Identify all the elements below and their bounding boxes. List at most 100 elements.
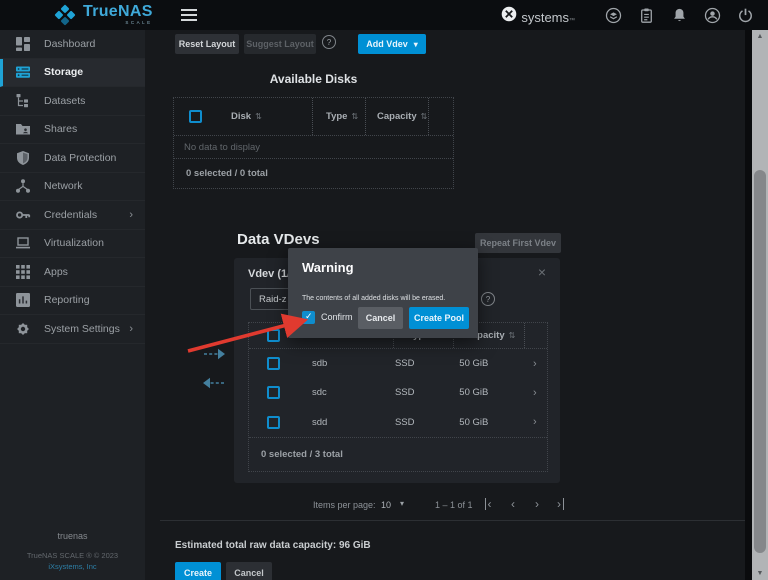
scroll-down-icon[interactable]: ▼	[752, 570, 768, 577]
column-header-capacity[interactable]: Capacity	[377, 111, 417, 122]
sidebar-item-label: Datasets	[44, 95, 85, 107]
vdev-selection-count: 0 selected / 3 total	[249, 437, 547, 471]
row-checkbox[interactable]	[267, 357, 280, 370]
sidebar-item-system-settings[interactable]: System Settings ›	[0, 315, 145, 344]
create-pool-button[interactable]: Create Pool	[409, 307, 469, 329]
ixsystems-label: systems	[521, 10, 569, 25]
items-per-page-label: Items per page:	[313, 500, 376, 510]
trademark: ™	[569, 18, 575, 24]
disk-row[interactable]: sdd SSD 50 GiB ›	[249, 408, 547, 437]
dialog-message: The contents of all added disks will be …	[302, 295, 445, 302]
disk-type: SSD	[381, 417, 448, 428]
jobs-icon[interactable]	[638, 7, 655, 24]
row-checkbox[interactable]	[267, 416, 280, 429]
gear-icon	[15, 321, 31, 337]
hostname: truenas	[0, 530, 145, 544]
sidebar-item-label: Reporting	[44, 294, 90, 306]
cancel-button[interactable]: Cancel	[226, 562, 272, 580]
next-page-button[interactable]: ›	[535, 498, 539, 510]
content-gutter	[745, 30, 752, 580]
dialog-cancel-button[interactable]: Cancel	[358, 307, 403, 329]
reporting-chart-icon	[15, 292, 31, 308]
help-icon[interactable]: ?	[322, 35, 336, 49]
items-per-page-value[interactable]: 10	[381, 500, 391, 510]
sidebar-item-label: Credentials	[44, 209, 97, 221]
layout-select-value: Raid-z	[259, 294, 286, 305]
alerts-bell-icon[interactable]	[671, 7, 688, 24]
disk-capacity: 50 GiB	[448, 387, 522, 398]
available-disks-title: Available Disks	[173, 72, 454, 86]
repeat-first-vdev-button[interactable]: Repeat First Vdev	[475, 233, 561, 253]
last-page-button[interactable]: ›	[557, 498, 564, 510]
sidebar-item-network[interactable]: Network	[0, 173, 145, 202]
truecommand-icon[interactable]	[605, 7, 622, 24]
create-button[interactable]: Create	[175, 562, 221, 580]
row-expand-chevron-icon[interactable]: ›	[523, 358, 547, 370]
page-range: 1 – 1 of 1	[435, 500, 473, 510]
ixsystems-logo: systems ™	[501, 6, 575, 25]
row-checkbox[interactable]	[267, 386, 280, 399]
top-bar: TrueNAS SCALE systems ™	[0, 0, 768, 30]
sidebar-item-shares[interactable]: Shares	[0, 116, 145, 145]
vertical-scrollbar[interactable]: ▲ ▼	[752, 30, 768, 580]
scroll-up-icon[interactable]: ▲	[752, 33, 768, 40]
sidebar-item-label: Storage	[44, 66, 83, 78]
vdev-help-icon[interactable]: ?	[481, 292, 495, 306]
items-per-page-caret-icon[interactable]: ▾	[400, 499, 404, 508]
truenas-logo[interactable]: TrueNAS SCALE	[54, 4, 153, 26]
network-icon	[15, 178, 31, 194]
shares-folder-icon	[15, 121, 31, 137]
apps-grid-icon	[15, 264, 31, 280]
power-icon[interactable]	[737, 7, 754, 24]
sidebar-item-virtualization[interactable]: Virtualization	[0, 230, 145, 259]
sidebar-item-apps[interactable]: Apps	[0, 258, 145, 287]
sidebar-item-credentials[interactable]: Credentials ›	[0, 201, 145, 230]
datasets-icon	[15, 93, 31, 109]
sidebar-item-label: System Settings	[44, 323, 120, 335]
truenas-logo-icon	[54, 4, 76, 26]
disk-row[interactable]: sdc SSD 50 GiB ›	[249, 378, 547, 407]
account-icon[interactable]	[704, 7, 721, 24]
menu-toggle-icon[interactable]	[181, 9, 197, 21]
data-vdevs-heading: Data VDevs	[237, 231, 320, 248]
column-header-type[interactable]: Type	[326, 111, 347, 122]
row-expand-chevron-icon[interactable]: ›	[523, 416, 547, 428]
scrollbar-thumb[interactable]	[754, 170, 766, 553]
sort-icon: ⇅	[351, 112, 358, 121]
shield-icon	[15, 150, 31, 166]
ixsystems-link[interactable]: iXsystems, Inc	[0, 561, 145, 572]
suggest-layout-button[interactable]: Suggest Layout	[244, 34, 316, 54]
sidebar-item-label: Dashboard	[44, 38, 95, 50]
disk-name: sdc	[312, 387, 327, 398]
first-page-button[interactable]: ‹	[485, 498, 492, 510]
select-all-checkbox[interactable]	[189, 110, 202, 123]
disk-capacity: 50 GiB	[448, 417, 522, 428]
available-disks-selection-count: 0 selected / 0 total	[174, 159, 453, 188]
column-header-disk[interactable]: Disk	[231, 111, 251, 122]
laptop-icon	[15, 235, 31, 251]
sidebar-item-label: Apps	[44, 266, 68, 278]
close-vdev-icon[interactable]: ×	[538, 264, 546, 280]
caret-down-icon: ▾	[414, 40, 418, 49]
annotation-arrow	[183, 311, 319, 357]
sidebar-item-label: Shares	[44, 123, 77, 135]
key-icon	[15, 207, 31, 223]
sidebar-item-label: Data Protection	[44, 152, 116, 164]
disk-type: SSD	[381, 387, 448, 398]
sidebar-item-dashboard[interactable]: Dashboard	[0, 30, 145, 59]
reset-layout-button[interactable]: Reset Layout	[175, 34, 239, 54]
add-vdev-button[interactable]: Add Vdev ▾	[358, 34, 426, 54]
disk-capacity: 50 GiB	[448, 358, 522, 369]
sidebar-item-label: Virtualization	[44, 237, 104, 249]
row-expand-chevron-icon[interactable]: ›	[523, 387, 547, 399]
sidebar-item-data-protection[interactable]: Data Protection	[0, 144, 145, 173]
sidebar-item-storage[interactable]: Storage	[0, 59, 145, 88]
sidebar-item-datasets[interactable]: Datasets	[0, 87, 145, 116]
estimated-capacity-text: Estimated total raw data capacity: 96 Gi…	[175, 540, 371, 551]
sidebar-item-reporting[interactable]: Reporting	[0, 287, 145, 316]
add-vdev-label: Add Vdev	[366, 39, 408, 49]
sort-icon: ⇅	[255, 112, 262, 121]
brand-name: TrueNAS	[83, 4, 153, 20]
previous-page-button[interactable]: ‹	[511, 498, 515, 510]
move-left-arrow[interactable]	[201, 377, 225, 389]
